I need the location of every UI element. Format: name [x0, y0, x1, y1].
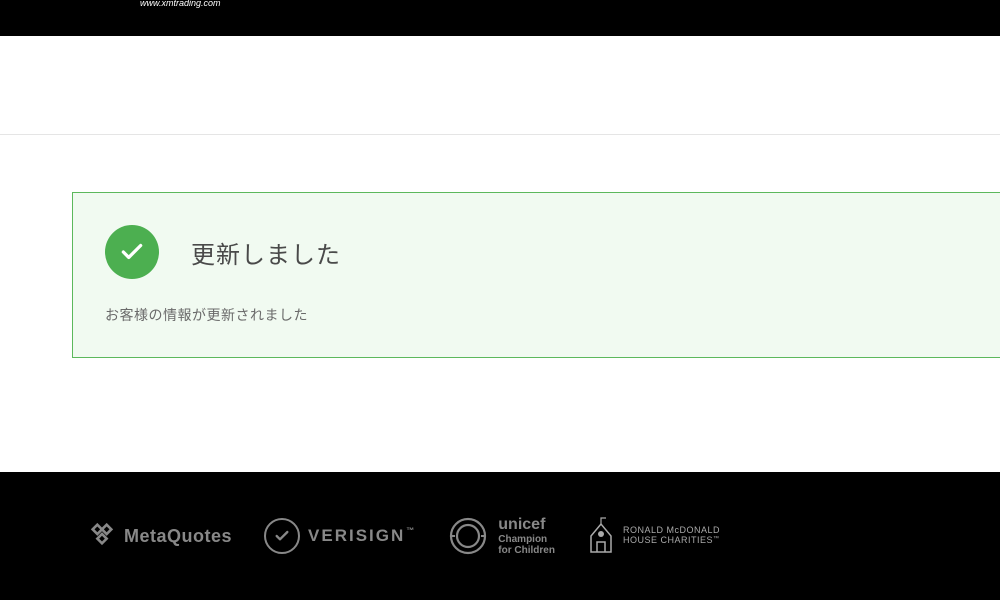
unicef-main-text: unicef [498, 516, 555, 534]
verisign-checkmark-icon [264, 518, 300, 554]
verisign-label: VERISIGN [308, 526, 405, 545]
header-url: www.xmtrading.com [140, 0, 221, 8]
success-banner: 更新しました お客様の情報が更新されました [72, 192, 1000, 358]
banner-header: 更新しました [105, 225, 968, 279]
rmhc-text-block: RONALD McDONALD HOUSE CHARITIES™ [623, 526, 720, 546]
unicef-sub1-text: Champion [498, 534, 555, 545]
rmhc-tm: ™ [713, 536, 720, 542]
verisign-tm: ™ [406, 526, 416, 535]
section-divider [0, 134, 1000, 135]
banner-title: 更新しました [191, 235, 341, 270]
unicef-logo: unicef Champion for Children [448, 516, 555, 556]
metaquotes-text: MetaQuotes [124, 526, 232, 547]
footer: MetaQuotes VERISIGN™ unicef Champion for… [0, 472, 1000, 600]
unicef-text-block: unicef Champion for Children [498, 516, 555, 556]
rmhc-logo: RONALD McDONALD HOUSE CHARITIES™ [587, 516, 720, 556]
verisign-text: VERISIGN™ [308, 526, 416, 546]
header-bar: www.xmtrading.com [0, 0, 1000, 36]
content-area: 更新しました お客様の情報が更新されました [0, 36, 1000, 358]
verisign-logo: VERISIGN™ [264, 518, 416, 554]
unicef-globe-icon [448, 516, 488, 556]
metaquotes-logo: MetaQuotes [88, 520, 232, 553]
rmhc-house-icon [587, 516, 615, 556]
rmhc-line2-text: HOUSE CHARITIES [623, 535, 713, 545]
metaquotes-icon [88, 520, 116, 553]
success-check-icon [105, 225, 159, 279]
unicef-sub2-text: for Children [498, 545, 555, 556]
rmhc-line2: HOUSE CHARITIES™ [623, 536, 720, 546]
banner-message: お客様の情報が更新されました [105, 305, 968, 325]
